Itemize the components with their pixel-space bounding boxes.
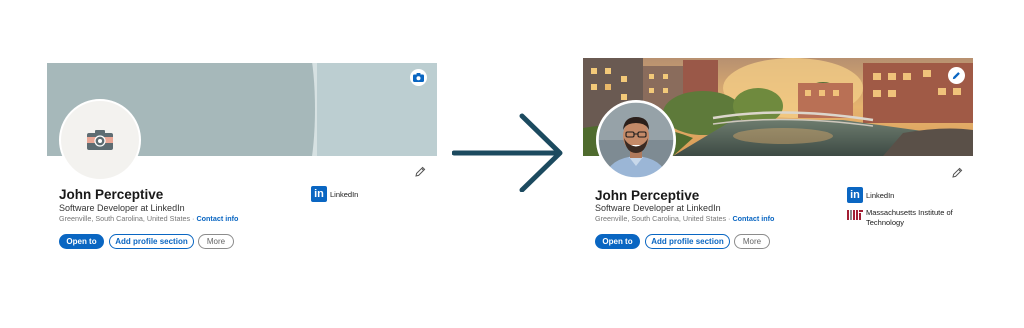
contact-info-link[interactable]: Contact info	[732, 214, 774, 223]
profile-card-after: John Perceptive Software Developer at Li…	[583, 58, 973, 258]
profile-location: Greenville, South Carolina, United State…	[59, 214, 191, 223]
edit-banner-button[interactable]	[948, 67, 965, 84]
contact-info-link[interactable]: Contact info	[196, 214, 238, 223]
profile-headline: Software Developer at LinkedIn	[59, 203, 185, 213]
pencil-icon[interactable]	[415, 166, 426, 177]
avatar-placeholder[interactable]	[59, 99, 141, 181]
current-company-label[interactable]: LinkedIn	[330, 190, 358, 199]
mit-logo[interactable]	[847, 210, 863, 220]
profile-location: Greenville, South Carolina, United State…	[595, 214, 727, 223]
open-to-button[interactable]: Open to	[595, 234, 640, 249]
camera-icon	[87, 130, 113, 150]
more-button[interactable]: More	[734, 234, 770, 249]
profile-photo[interactable]	[596, 100, 676, 180]
linkedin-logo[interactable]: in	[311, 186, 327, 202]
edit-banner-button[interactable]	[410, 69, 427, 86]
camera-icon	[413, 73, 424, 82]
linkedin-logo[interactable]: in	[847, 187, 863, 203]
profile-name: John Perceptive	[59, 187, 164, 202]
education-label[interactable]: Massachusetts Institute of Technology	[866, 208, 956, 228]
open-to-button[interactable]: Open to	[59, 234, 104, 249]
arrow-right-icon	[452, 113, 563, 192]
profile-headline: Software Developer at LinkedIn	[595, 203, 721, 213]
add-profile-section-button[interactable]: Add profile section	[109, 234, 194, 249]
profile-card-before: John Perceptive Software Developer at Li…	[47, 63, 437, 263]
profile-location-line: Greenville, South Carolina, United State…	[595, 214, 774, 223]
separator: ·	[728, 214, 731, 223]
profile-location-line: Greenville, South Carolina, United State…	[59, 214, 238, 223]
current-company-label[interactable]: LinkedIn	[866, 191, 894, 200]
more-button[interactable]: More	[198, 234, 234, 249]
pencil-icon	[952, 72, 960, 80]
pencil-icon[interactable]	[952, 167, 963, 178]
separator: ·	[192, 214, 195, 223]
add-profile-section-button[interactable]: Add profile section	[645, 234, 730, 249]
profile-name: John Perceptive	[595, 188, 700, 203]
